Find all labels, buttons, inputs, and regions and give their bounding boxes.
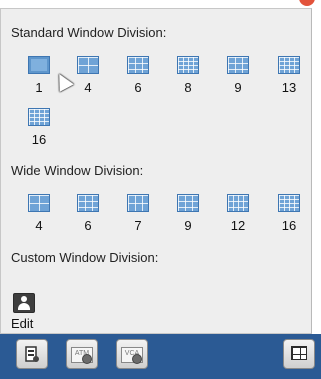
standard-division-title: Standard Window Division: [11,25,167,40]
layout-standard-9[interactable]: 9 [222,56,258,102]
custom-edit-label[interactable]: Edit [11,316,33,331]
vca-button[interactable]: VCA [116,339,148,369]
layout-standard-13[interactable]: 13 [273,56,309,102]
bottom-toolbar: ATM VCA [0,334,321,379]
user-body-shape [18,303,30,310]
atm-gear-icon [82,354,92,364]
layout-wide-9-icon [177,194,199,212]
layout-wide-16-icon [278,194,300,212]
custom-edit-icon[interactable] [13,293,35,313]
user-head-shape [21,296,27,302]
custom-division-title: Custom Window Division: [11,250,159,265]
layout-16-icon [28,108,50,126]
layout-wide-6[interactable]: 6 [72,194,108,240]
layout-number: 4 [84,80,92,95]
layout-number: 13 [281,80,297,95]
layout-wide-7-icon [127,194,149,212]
layout-number: 4 [35,218,43,233]
layout-number: 7 [134,218,142,233]
layout-13-icon [278,56,300,74]
layout-wide-7[interactable]: 7 [122,194,158,240]
layout-wide-4-icon [28,194,50,212]
layout-6-icon [127,56,149,74]
window-division-panel: Standard Window Division: 1 4 6 8 9 13 1… [0,8,312,334]
layout-number: 9 [184,218,192,233]
layout-1-icon [28,56,50,74]
layout-standard-6[interactable]: 6 [122,56,158,102]
layout-8-icon [177,56,199,74]
wide-division-title: Wide Window Division: [11,163,144,178]
layout-number: 12 [230,218,246,233]
layout-number: 6 [84,218,92,233]
vca-gear-icon [132,354,142,364]
layout-number: 16 [281,218,297,233]
layout-wide-12-icon [227,194,249,212]
layout-standard-4[interactable]: 4 [72,56,108,102]
layout-wide-12[interactable]: 12 [222,194,258,240]
layout-wide-16[interactable]: 16 [273,194,309,240]
layout-wide-6-icon [77,194,99,212]
device-icon [25,346,39,362]
close-badge-icon[interactable] [299,0,315,6]
device-button[interactable] [16,339,48,369]
layout-wide-9[interactable]: 9 [172,194,208,240]
atm-button[interactable]: ATM [66,339,98,369]
layout-number: 16 [31,132,47,147]
layout-number: 9 [234,80,242,95]
layout-9-icon [227,56,249,74]
window-division-icon [291,346,307,360]
layout-number: 8 [184,80,192,95]
layout-wide-4[interactable]: 4 [23,194,59,240]
layout-standard-16[interactable]: 16 [23,108,59,154]
layout-4-icon [77,56,99,74]
layout-number: 6 [134,80,142,95]
layout-standard-8[interactable]: 8 [172,56,208,102]
layout-number: 1 [35,80,43,95]
window-division-button[interactable] [283,339,315,369]
